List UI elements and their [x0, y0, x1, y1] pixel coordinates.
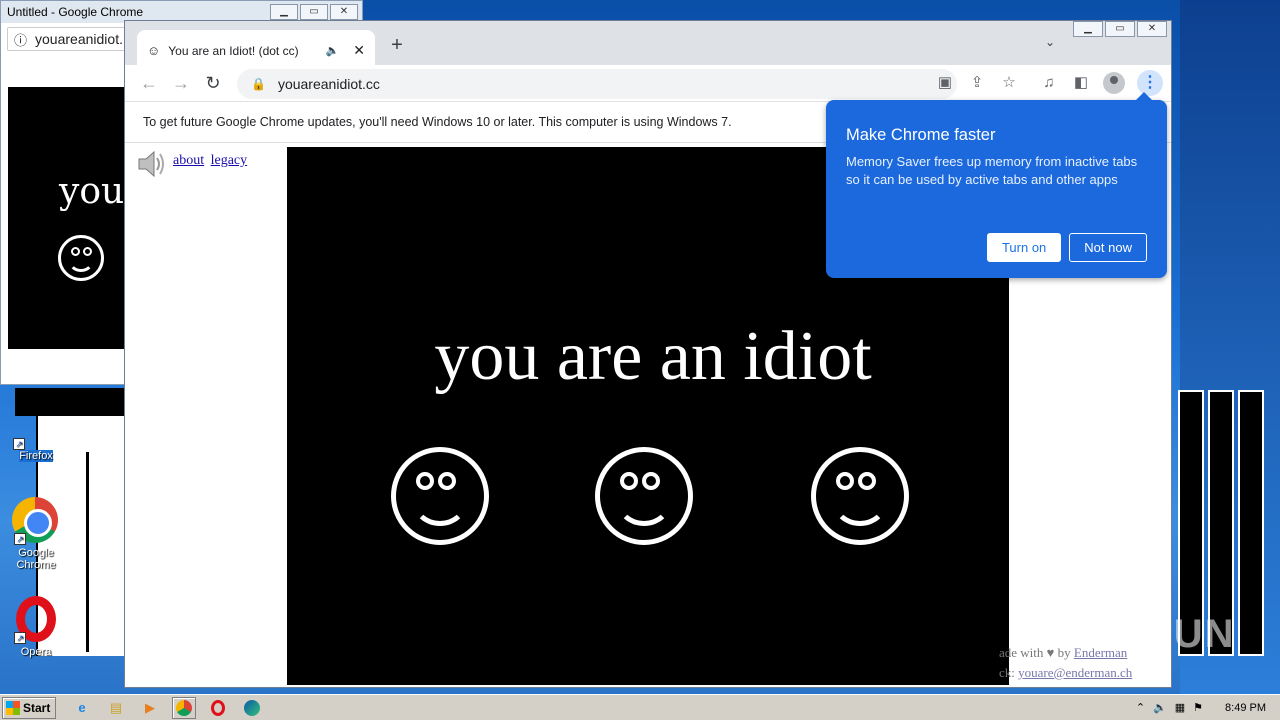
email-link[interactable]: youare@enderman.ch [1018, 665, 1132, 680]
page-links: about legacy [173, 153, 250, 169]
shortcut-arrow-icon: ↗ [14, 632, 26, 644]
chrome-taskbar-icon[interactable] [172, 696, 196, 719]
background-window-title: Untitled - Google Chrome [7, 5, 144, 19]
address-bar[interactable]: 🔒 youareanidiot.cc [237, 69, 957, 99]
popup-title: Make Chrome faster [846, 126, 996, 144]
tray-expand-icon[interactable]: ⌃ [1136, 701, 1145, 714]
media-controls-icon[interactable]: ♫ [1039, 73, 1059, 93]
smiley-icon [58, 235, 104, 281]
profile-avatar-icon[interactable] [1103, 72, 1125, 94]
url-text: youareanidiot.cc [277, 76, 380, 92]
turn-on-button[interactable]: Turn on [986, 233, 1062, 262]
speaker-icon[interactable]: 🔈 [326, 44, 340, 57]
taskbar: Start e ▤ ▶ ⌃ 🔈 ▦ ⚑ 8:49 PM [0, 694, 1280, 720]
close-tab-icon[interactable]: ✕ [353, 42, 365, 59]
shortcut-arrow-icon: ↗ [13, 438, 25, 450]
tab-strip: ☺ You are an Idiot! (dot cc) 🔈 ✕ + ⌄ ▁ ▭… [125, 21, 1171, 71]
forward-arrow-icon[interactable]: → [165, 73, 197, 94]
close-button[interactable]: ✕ [330, 4, 358, 20]
background-headline: you [59, 171, 125, 212]
file-explorer-icon[interactable]: ▤ [104, 697, 128, 719]
legacy-link[interactable]: legacy [211, 153, 248, 168]
clock[interactable]: 8:49 PM [1225, 702, 1266, 714]
reload-icon[interactable]: ↻ [197, 73, 229, 94]
smiley-icon [391, 447, 489, 545]
headline: you are an idiot [434, 318, 872, 395]
action-center-flag-icon[interactable]: ⚑ [1193, 701, 1203, 714]
side-panel-icon[interactable]: ◧ [1071, 73, 1091, 93]
smiley-icon [595, 447, 693, 545]
windows-flag-icon [6, 700, 20, 715]
info-icon: ⓘ [14, 32, 28, 48]
maximize-button[interactable]: ▭ [300, 4, 328, 20]
desktop-icon-opera[interactable]: ↗ Opera [1, 596, 71, 658]
minimize-button[interactable]: ▁ [1073, 21, 1103, 37]
smiley-favicon-icon: ☺ [147, 43, 161, 58]
browser-toolbar: ← → ↻ 🔒 youareanidiot.cc ▣ ⇪ ☆ ♫ ◧ ⋮ [125, 65, 1171, 101]
smiley-icon [811, 447, 909, 545]
desktop: Untitled - Google Chrome ▁ ▭ ✕ ⓘ youarea… [0, 0, 1280, 694]
edge-taskbar-icon[interactable] [240, 697, 264, 719]
about-link[interactable]: about [173, 153, 204, 168]
opera-taskbar-icon[interactable] [206, 697, 230, 719]
minimize-button[interactable]: ▁ [270, 4, 298, 20]
background-address-bar[interactable]: ⓘ youareanidiot. [7, 27, 129, 51]
shortcut-arrow-icon: ↗ [14, 533, 26, 545]
share-icon[interactable]: ⇪ [967, 73, 987, 93]
tab-title: You are an Idiot! (dot cc) [168, 43, 299, 58]
window-fragment [15, 388, 125, 416]
close-button[interactable]: ✕ [1137, 21, 1167, 37]
not-now-button[interactable]: Not now [1069, 233, 1147, 262]
tab-search-chevron-icon[interactable]: ⌄ [1045, 35, 1055, 49]
start-button[interactable]: Start [2, 696, 56, 719]
background-page-content: you [8, 87, 130, 349]
lock-icon: 🔒 [251, 77, 266, 91]
system-tray: ⌃ 🔈 ▦ ⚑ 8:49 PM [1136, 701, 1280, 715]
anyrun-watermark: ANY RUN [1040, 612, 1236, 656]
popup-body: Memory Saver frees up memory from inacti… [846, 154, 1138, 187]
speaker-icon[interactable] [135, 149, 167, 179]
restore-button[interactable]: ▭ [1105, 21, 1135, 37]
internet-explorer-icon[interactable]: e [70, 697, 94, 719]
network-icon[interactable]: ▦ [1175, 701, 1185, 714]
new-tab-button[interactable]: + [387, 35, 407, 55]
volume-icon[interactable]: 🔈 [1153, 701, 1167, 714]
memory-saver-popup: Make Chrome faster Memory Saver frees up… [826, 92, 1167, 278]
back-arrow-icon[interactable]: ← [133, 73, 165, 94]
popup-blocked-icon[interactable]: ▣ [935, 73, 955, 93]
desktop-icon-firefox[interactable]: ↗ Firefox [1, 430, 71, 462]
media-player-icon[interactable]: ▶ [138, 697, 162, 719]
infobar-text: To get future Google Chrome updates, you… [143, 115, 732, 129]
desktop-icon-google-chrome[interactable]: ↗ Google Chrome [1, 497, 71, 571]
bookmark-star-icon[interactable]: ☆ [999, 73, 1019, 93]
